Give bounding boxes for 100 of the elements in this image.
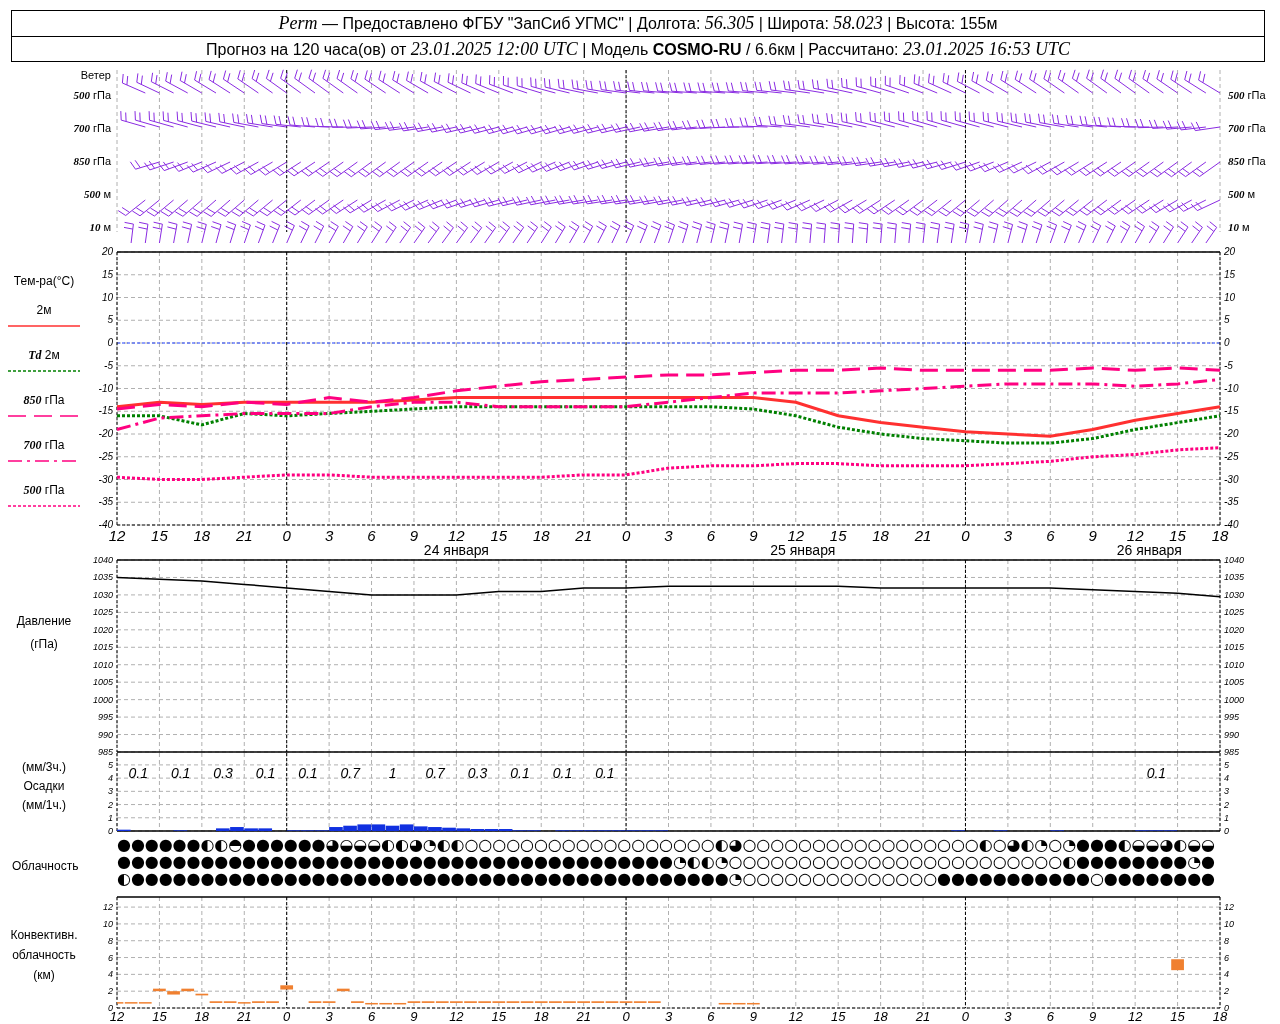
axis-tick-label: -15 [98, 405, 113, 417]
axis-tick-label: 15 [830, 1009, 846, 1024]
axis-tick-label: 1 [108, 812, 113, 823]
level-label: 10 м [1228, 220, 1251, 235]
axis-tick-label: 0 [108, 826, 113, 836]
level-label: 10 м [88, 220, 111, 235]
legend-label: 700 гПа [23, 438, 65, 452]
axis-tick-label: 15 [152, 1009, 167, 1024]
axis-tick-label: 18 [873, 1009, 888, 1024]
axis-tick-label: 18 [872, 527, 889, 544]
axis-tick-label: 1025 [92, 607, 113, 618]
level-label: 850 гПа [72, 154, 111, 169]
axis-tick-label: 3 [664, 527, 673, 544]
axis-tick-label: 1010 [92, 659, 113, 670]
axis-tick-label: 990 [1224, 729, 1240, 740]
axis-tick-label: 21 [576, 1009, 591, 1024]
axis-tick-label: 21 [235, 527, 253, 544]
axis-tick-label: 0 [622, 1009, 630, 1024]
date-label: 26 января [1116, 542, 1182, 558]
axis-tick-label: 1010 [1224, 659, 1245, 670]
precipitation-total: 0.1 [552, 765, 573, 781]
axis-tick-label: 12 [448, 527, 465, 544]
axis-tick-label: 12 [1126, 527, 1144, 544]
axis-tick-label: 9 [1088, 527, 1097, 544]
axis-tick-label: 21 [237, 1009, 252, 1024]
panel-label: (км) [32, 967, 56, 984]
axis-tick-label: -25 [98, 450, 113, 462]
axis-tick-label: 1000 [92, 694, 113, 705]
axis-tick-label: 5 [1224, 759, 1229, 770]
axis-tick-label: -30 [98, 473, 113, 485]
cloud-cover-row: ◐●●●●●●●●●●●●●●●●●●●●●●●●●●●●●●●●●●●●●●●●●●●◔○○○○○○○○○○○○○○●●●●●●●●●●●○●●●●●●●● [117, 870, 1216, 887]
axis-tick-label: 3 [1003, 527, 1013, 544]
axis-tick-label: -35 [98, 496, 113, 508]
axis-tick-label: 1015 [92, 642, 113, 653]
axis-tick-label: 5 [107, 314, 113, 326]
header-text: Perm — Предоставлено ФГБУ "ЗапСиб УГМС" | Долгота: 56.305 | Широта: 58.023 | Высота: 155м [278, 15, 998, 32]
axis-tick-label: -15 [1224, 405, 1239, 417]
legend-line [8, 503, 80, 509]
date-label: 24 января [423, 542, 489, 558]
axis-tick-label: 1030 [1224, 589, 1245, 600]
axis-tick-label: 6 [367, 527, 376, 544]
legend-line [8, 368, 80, 374]
axis-tick-label: 1025 [1224, 607, 1245, 618]
axis-tick-label: 18 [1211, 527, 1229, 544]
axis-tick-label: 1005 [92, 677, 113, 688]
axis-tick-label: 10 [103, 918, 113, 929]
axis-tick-label: 1040 [92, 555, 113, 565]
cloud-cover-row: ●●●●●●●●●●●●●●●●●●●●●●●●●●●●●●●●●●●●●●●●◔◐◐◔○○○○○○○○○○○○○○○○○○○○○○○○◐●●●●●●●●◔● [117, 853, 1216, 870]
axis-tick-label: -35 [1224, 496, 1239, 508]
axis-tick-label: 6 [108, 952, 113, 963]
cloud-cover-row: ●●●●●●◐◐◓●●●●●●◕◒◒◒◐◐◕◔◐◐○○○○○○○○○○○○○○○○○○◐◕○○○○○○○○○○○○○○○○○◐○◕◐◔○◔●●●◐◒◒◕◐◒◒ [117, 836, 1216, 853]
axis-tick-label: 12 [449, 1009, 464, 1024]
panel-label: Конвективн. [9, 927, 79, 944]
axis-tick-label: 4 [108, 773, 113, 784]
axis-tick-label: 18 [194, 1009, 210, 1024]
panel-label: (гПа) [29, 636, 59, 653]
legend-label: 500 гПа [23, 483, 65, 497]
axis-tick-label: 15 [1169, 527, 1186, 544]
precipitation-total: 0.3 [213, 765, 233, 781]
axis-tick-label: 21 [915, 1009, 931, 1024]
panel-label: Ветер [79, 68, 111, 83]
axis-tick-label: 6 [1046, 1009, 1054, 1024]
panel-label: Осадки [22, 778, 66, 795]
axis-tick-label: 20 [1224, 246, 1236, 257]
axis-tick-label: -10 [98, 382, 113, 394]
axis-tick-label: 5 [1224, 314, 1230, 326]
axis-tick-label: 8 [1224, 935, 1229, 946]
axis-tick-label: 1000 [1224, 694, 1245, 705]
axis-tick-label: 1030 [92, 589, 113, 600]
axis-tick-label: 10 [1224, 918, 1234, 929]
axis-tick-label: 995 [97, 712, 113, 723]
axis-tick-label: 3 [1004, 1009, 1012, 1024]
axis-tick-label: 21 [914, 527, 932, 544]
axis-tick-label: 2 [108, 986, 113, 997]
axis-tick-label: 2 [1224, 986, 1229, 997]
axis-tick-label: 1015 [1224, 642, 1245, 653]
axis-tick-label: -40 [98, 519, 113, 530]
level-label: 500 гПа [72, 88, 111, 103]
axis-tick-label: -20 [1224, 428, 1239, 439]
precipitation-total: 0.1 [170, 765, 191, 781]
axis-tick-label: 1035 [1224, 572, 1245, 583]
axis-tick-label: 15 [490, 527, 508, 544]
axis-tick-label: 9 [409, 527, 419, 544]
axis-tick-label: 10 [101, 291, 113, 303]
precipitation-total: 0.1 [510, 765, 530, 781]
precipitation-total: 0.7 [425, 765, 445, 781]
axis-tick-label: 8 [108, 935, 113, 946]
axis-tick-label: 0 [1224, 337, 1230, 348]
axis-tick-label: 9 [749, 1009, 757, 1024]
axis-tick-label: 18 [534, 1009, 549, 1024]
axis-tick-label: 3 [664, 1009, 673, 1024]
precipitation-total: 0.1 [595, 765, 615, 781]
axis-tick-label: 15 [101, 268, 113, 280]
axis-tick-label: -30 [1224, 473, 1239, 485]
axis-tick-label: 15 [1224, 268, 1236, 280]
panel-label: Облачность [12, 859, 80, 873]
axis-tick-label: 5 [108, 759, 113, 770]
axis-tick-label: 9 [410, 1009, 418, 1024]
level-label: 850 гПа [1228, 154, 1267, 169]
axis-tick-label: 2 [1224, 799, 1229, 810]
